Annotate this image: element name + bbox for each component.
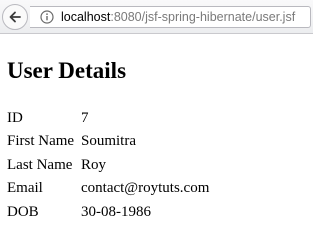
address-bar[interactable]: localhost:8080/jsf-spring-hibernate/user… xyxy=(30,6,311,28)
table-row-dob: DOB 30-08-1986 xyxy=(7,200,209,224)
row-label: Last Name xyxy=(7,156,73,173)
page-title: User Details xyxy=(7,58,127,83)
row-value: Soumitra xyxy=(81,133,136,150)
row-label: DOB xyxy=(7,203,39,220)
row-value: 30-08-1986 xyxy=(81,203,151,220)
browser-toolbar: localhost:8080/jsf-spring-hibernate/user… xyxy=(0,0,313,34)
url-path: :8080/jsf-spring-hibernate/user.jsf xyxy=(110,10,296,24)
table-row-last-name: Last Name Roy xyxy=(7,153,209,177)
row-value: Roy xyxy=(81,156,107,173)
back-button[interactable] xyxy=(2,4,28,30)
row-label: First Name xyxy=(7,133,75,150)
back-arrow-icon xyxy=(9,11,21,23)
user-details-table: ID 7 First Name Soumitra Last Name Roy E… xyxy=(7,106,209,224)
url-host: localhost xyxy=(61,10,111,24)
row-value: 7 xyxy=(81,109,89,126)
row-label: Email xyxy=(7,180,43,197)
table-row-first-name: First Name Soumitra xyxy=(7,130,209,154)
table-row-id: ID 7 xyxy=(7,106,209,130)
info-icon[interactable] xyxy=(40,10,54,24)
table-row-email: Email contact@roytuts.com xyxy=(7,177,209,201)
row-label: ID xyxy=(7,109,23,126)
row-value: contact@roytuts.com xyxy=(81,180,210,197)
